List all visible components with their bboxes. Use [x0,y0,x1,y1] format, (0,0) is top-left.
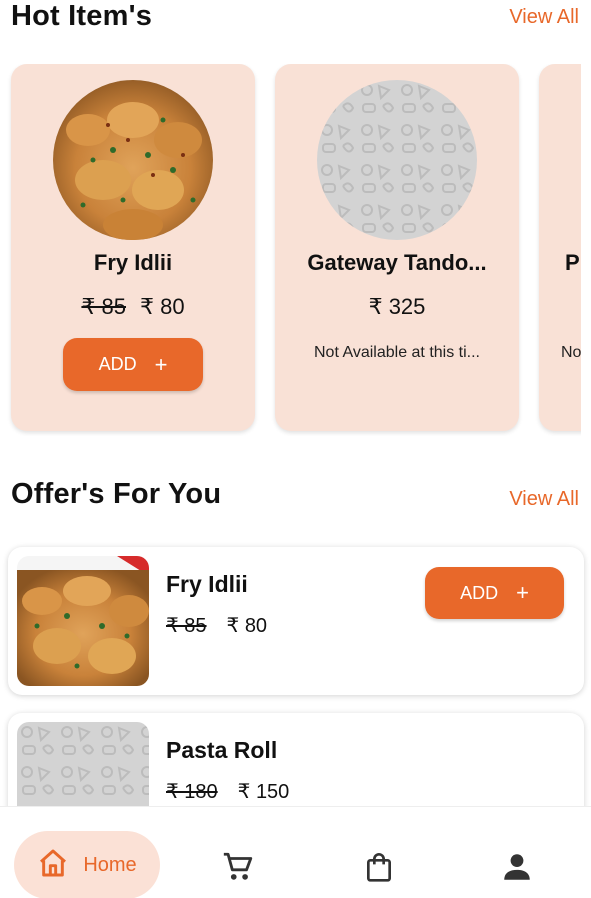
offers-header: Offer's For You View All [0,478,591,518]
hot-item-card[interactable]: Fry Idlii ₹ 85 ₹ 80 ADD + [11,64,255,431]
hot-item-name: Fry Idlii [93,250,173,275]
add-button-label: ADD [460,582,499,603]
offer-item-name: Pasta Roll [166,737,278,763]
cart-icon[interactable] [220,849,256,885]
offers-view-all-link[interactable]: View All [509,488,579,511]
fry-idli-image [53,80,213,240]
offer-item-current-price: ₹ 150 [237,781,290,803]
fry-idli-image [17,556,149,686]
offer-item-name: Fry Idlii [166,571,248,597]
hot-item-card[interactable]: Gateway Tando... ₹ 325 Not Available at … [275,64,519,431]
offer-item-card[interactable]: Fry Idlii ₹ 85 ₹ 80 ADD + [8,547,584,695]
offer-item-old-price: ₹ 180 [166,781,218,803]
add-button-label: ADD [98,354,137,374]
availability-status: No [561,344,581,361]
hot-item-name: Gateway Tando... [307,250,487,275]
offer-item-old-price: ₹ 85 [166,615,207,637]
plus-icon: + [516,580,529,605]
nav-home-label: Home [83,853,137,876]
home-icon [37,847,69,884]
hot-item-price: ₹ 325 [368,294,426,319]
hot-item-name: P [565,250,580,275]
bottom-navigation: Home [0,806,591,898]
offer-item-price: ₹ 180 ₹ 150 [166,779,289,804]
offers-title: Offer's For You [11,478,222,510]
add-to-cart-button[interactable]: ADD + [63,338,203,391]
add-to-cart-button[interactable]: ADD + [425,567,564,619]
nav-home-tab[interactable]: Home [14,831,160,898]
hot-items-title: Hot Item's [11,0,153,32]
availability-status: Not Available at this ti... [313,344,480,361]
offer-item-current-price: ₹ 80 [226,615,268,637]
profile-icon[interactable] [499,849,535,885]
food-placeholder-image [317,80,477,240]
plus-icon: + [154,351,168,377]
hot-items-carousel[interactable]: Fry Idlii ₹ 85 ₹ 80 ADD + Gateway Tando..… [0,64,581,436]
hot-item-price: ₹ 85 ₹ 80 [11,294,255,320]
hot-items-header: Hot Item's View All [0,0,591,40]
hot-items-view-all-link[interactable]: View All [509,6,579,29]
hot-item-old-price: ₹ 85 [81,294,126,319]
offer-item-price: ₹ 85 ₹ 80 [166,613,267,638]
hot-item-current-price: ₹ 80 [140,294,185,319]
hot-item-card[interactable]: P No [539,64,581,431]
shopping-bag-icon[interactable] [361,849,397,885]
